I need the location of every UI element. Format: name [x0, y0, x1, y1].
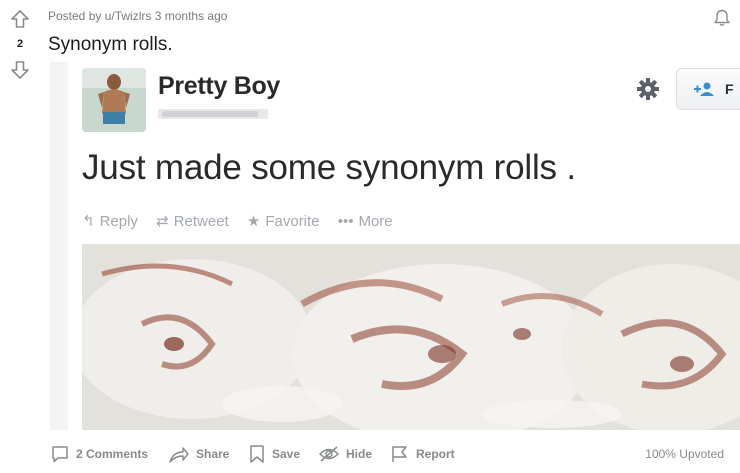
- star-icon: ★: [246, 213, 261, 230]
- vote-score: 2: [16, 38, 24, 50]
- comment-icon: [52, 446, 68, 463]
- comments-label: 2 Comments: [76, 447, 149, 461]
- posted-by-label: Posted by: [48, 9, 102, 23]
- bell-icon[interactable]: [712, 8, 732, 28]
- gear-icon[interactable]: [635, 76, 661, 102]
- tweet-favorite[interactable]: ★ Favorite: [247, 212, 320, 230]
- tweet-card: Pretty Boy F Just made some synonym roll…: [68, 62, 740, 430]
- display-name: Pretty Boy: [158, 72, 281, 100]
- save-label: Save: [272, 447, 301, 461]
- follow-button[interactable]: F: [676, 68, 740, 110]
- comments-button[interactable]: 2 Comments: [50, 442, 148, 466]
- report-icon: [392, 446, 407, 462]
- tweet-favorite-label: Favorite: [265, 213, 320, 230]
- report-button[interactable]: Report: [390, 442, 455, 466]
- share-label: Share: [196, 447, 230, 461]
- post-time: 3 months ago: [154, 9, 228, 23]
- share-icon: [169, 447, 189, 463]
- upvote-arrow-icon[interactable]: [10, 9, 30, 29]
- tweet-retweet[interactable]: ⇄ Retweet: [156, 212, 229, 230]
- tweet-reply[interactable]: ↰ Reply: [82, 212, 138, 230]
- tweet-more-label: More: [358, 213, 393, 230]
- tweet-actions: ↰ Reply ⇄ Retweet ★ Favorite ••• More: [82, 212, 407, 230]
- retweet-icon: ⇄: [156, 213, 169, 230]
- author-link[interactable]: u/Twizlrs: [105, 9, 152, 23]
- save-button[interactable]: Save: [248, 442, 300, 466]
- share-button[interactable]: Share: [168, 442, 229, 466]
- post-image[interactable]: Pretty Boy F Just made some synonym roll…: [50, 62, 740, 430]
- tweet-retweet-label: Retweet: [173, 213, 229, 230]
- post-meta: Posted by u/Twizlrs 3 months ago: [48, 9, 227, 23]
- more-icon: •••: [337, 213, 354, 230]
- vote-column: 2: [0, 0, 40, 90]
- downvote-arrow-icon[interactable]: [10, 60, 30, 80]
- handle-redacted: [158, 109, 268, 119]
- follow-label: F: [725, 81, 734, 97]
- follow-person-icon: [694, 82, 714, 96]
- post-title[interactable]: Synonym rolls.: [48, 34, 173, 56]
- tweet-reply-label: Reply: [99, 213, 138, 230]
- tweet-text: Just made some synonym rolls .: [82, 148, 576, 187]
- reply-icon: ↰: [82, 213, 95, 230]
- cinnamon-roll-photo: [82, 244, 740, 430]
- hide-button[interactable]: Hide: [318, 442, 372, 466]
- save-icon: [250, 445, 264, 463]
- tweet-more[interactable]: ••• More: [338, 213, 393, 230]
- upvote-ratio: 100% Upvoted: [645, 447, 724, 461]
- hide-icon: [319, 446, 339, 462]
- avatar: [82, 68, 146, 132]
- report-label: Report: [416, 447, 455, 461]
- hide-label: Hide: [346, 447, 373, 461]
